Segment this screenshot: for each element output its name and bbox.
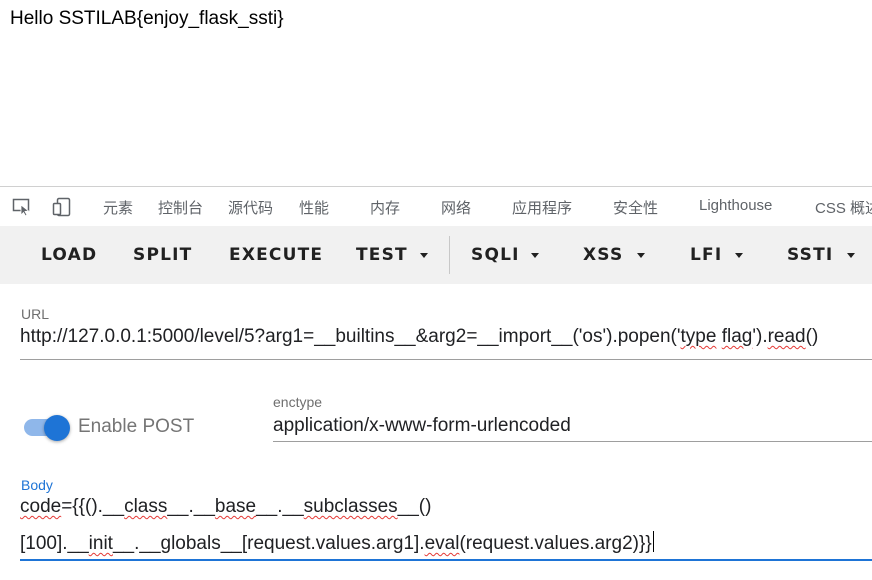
- hackbar-toolbar: LOAD SPLIT EXECUTE TEST SQLI XSS LFI SST…: [0, 226, 872, 284]
- enable-post-label: Enable POST: [78, 416, 195, 437]
- execute-button[interactable]: EXECUTE: [229, 245, 323, 265]
- toolbar-divider: [449, 236, 450, 274]
- url-text-segment: http://127.0.0.1:5000/level/5?arg1=__bui…: [20, 326, 681, 347]
- tab-performance[interactable]: 性能: [299, 197, 329, 218]
- url-underline: [20, 359, 872, 360]
- xss-chevron-down-icon[interactable]: [637, 253, 645, 258]
- lfi-dropdown[interactable]: LFI: [690, 245, 722, 265]
- url-input[interactable]: http://127.0.0.1:5000/level/5?arg1=__bui…: [20, 326, 818, 348]
- body-text-segment: __.__globals__[request.values.arg1].: [112, 533, 425, 554]
- tab-security[interactable]: 安全性: [613, 197, 658, 218]
- enctype-underline: [273, 441, 872, 442]
- body-text-segment: ={{().__: [61, 496, 125, 517]
- body-textarea-line-1[interactable]: code={{().__class__.__base__.__subclasse…: [20, 496, 431, 518]
- tab-sources[interactable]: 源代码: [228, 197, 273, 218]
- split-button[interactable]: SPLIT: [133, 245, 192, 265]
- load-button[interactable]: LOAD: [41, 245, 97, 265]
- body-text-segment: __(): [397, 496, 432, 517]
- body-textarea-line-2[interactable]: [100].__init__.__globals__[request.value…: [20, 531, 654, 555]
- test-dropdown[interactable]: TEST: [356, 245, 408, 265]
- body-text-segment: [100].__: [20, 533, 89, 554]
- xss-dropdown[interactable]: XSS: [583, 245, 623, 265]
- url-text-segment: ').: [752, 326, 768, 347]
- tab-memory[interactable]: 内存: [370, 197, 400, 218]
- url-text-segment-spellcheck: read: [767, 326, 806, 347]
- enctype-label: enctype: [273, 394, 323, 410]
- url-text-segment-spellcheck: type: [680, 326, 717, 347]
- body-text-segment-spellcheck: class: [124, 496, 168, 517]
- body-text-segment: __.__: [256, 496, 304, 517]
- url-text-segment-spellcheck: flag: [721, 326, 753, 347]
- tab-console[interactable]: 控制台: [158, 197, 203, 218]
- tab-elements[interactable]: 元素: [103, 197, 133, 218]
- body-text-segment-spellcheck: subclasses: [303, 496, 398, 517]
- url-text-segment: (): [805, 326, 819, 347]
- tab-css-overview[interactable]: CSS 概述: [815, 197, 872, 218]
- body-text-segment: (request.values.arg2)}}: [459, 533, 652, 554]
- devtools-tab-bar: 元素 控制台 源代码 性能 内存 网络 应用程序 安全性 Lighthouse …: [0, 186, 872, 225]
- tab-network[interactable]: 网络: [441, 197, 471, 218]
- body-text-segment-spellcheck: code: [20, 496, 62, 517]
- body-label: Body: [21, 477, 53, 493]
- ssti-chevron-down-icon[interactable]: [847, 253, 855, 258]
- device-toolbar-icon[interactable]: [52, 197, 72, 217]
- enable-post-toggle-knob[interactable]: [44, 415, 70, 441]
- text-cursor: [652, 531, 654, 552]
- sqli-dropdown[interactable]: SQLI: [471, 245, 520, 265]
- inspect-element-icon[interactable]: [12, 197, 32, 217]
- sqli-chevron-down-icon[interactable]: [531, 253, 539, 258]
- body-text-segment-spellcheck: init: [88, 533, 113, 554]
- url-label: URL: [21, 306, 50, 322]
- enctype-select[interactable]: application/x-www-form-urlencoded: [273, 415, 571, 437]
- body-text-segment-spellcheck: base: [214, 496, 257, 517]
- lfi-chevron-down-icon[interactable]: [735, 253, 743, 258]
- tab-lighthouse[interactable]: Lighthouse: [699, 197, 772, 214]
- test-chevron-down-icon[interactable]: [420, 253, 428, 258]
- page-output-text: Hello SSTILAB{enjoy_flask_ssti}: [10, 8, 284, 29]
- body-underline: [20, 559, 872, 561]
- body-text-segment-spellcheck: eval: [424, 533, 460, 554]
- body-text-segment: __.__: [167, 496, 215, 517]
- tab-application[interactable]: 应用程序: [512, 197, 572, 218]
- ssti-dropdown[interactable]: SSTI: [787, 245, 833, 265]
